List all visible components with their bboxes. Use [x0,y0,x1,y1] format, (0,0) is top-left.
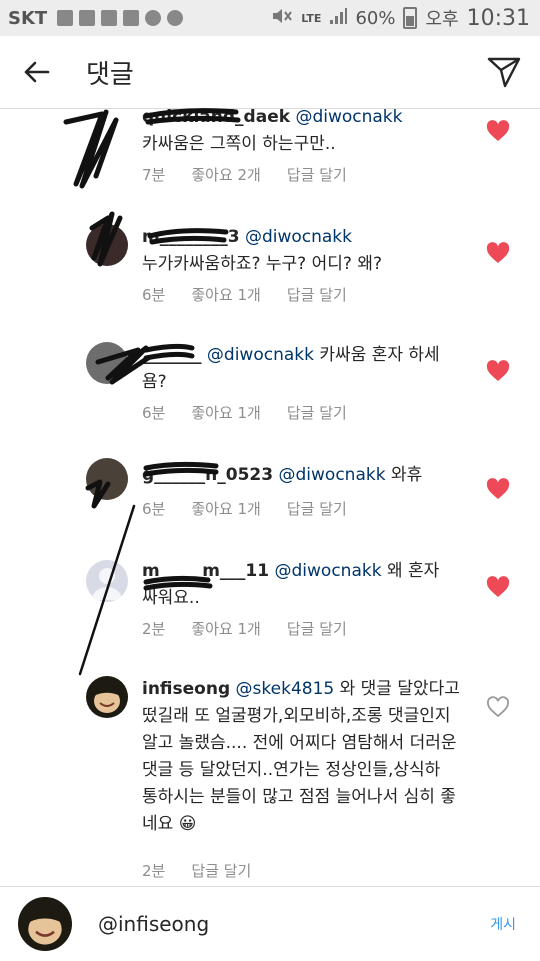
facebook-icon [79,10,96,26]
comment-time: 6분 [142,404,166,422]
comment-mention[interactable]: @diwocnakk [279,465,386,485]
send-icon [487,57,521,88]
like-count[interactable]: 좋아요 1개 [191,284,261,305]
back-button[interactable] [0,36,72,108]
comment-mention[interactable]: @diwocnakk [275,561,382,581]
facebook-icon [57,10,74,26]
comment-input[interactable] [96,911,430,937]
comment-text: 카싸움은 그쪽이 하는구만.. [142,134,336,154]
heart-icon[interactable] [486,242,510,264]
heart-outline-icon[interactable] [486,696,510,718]
comment-time: 2분 [142,620,166,638]
reply-button[interactable]: 답글 달기 [287,618,347,639]
avatar[interactable] [86,676,128,718]
avatar-face [25,911,65,945]
avatar[interactable] [86,224,128,266]
heart-icon[interactable] [486,478,510,500]
comment-time: 2분 [142,862,166,880]
like-count[interactable]: 좋아요 1개 [191,618,261,639]
reply-button[interactable]: 답글 달기 [287,164,347,185]
comments-list[interactable]: quickland_daek @diwocnakk 카싸움은 그쪽이 하는구만.… [0,108,540,886]
default-avatar-icon [92,568,122,600]
my-avatar [18,897,72,951]
comment-mention[interactable]: @diwocnakk [295,108,402,127]
comment-item: quickland_daek @diwocnakk 카싸움은 그쪽이 하는구만.… [0,108,540,200]
reply-button[interactable]: 답글 달기 [287,402,347,423]
grinning-emoji: 😀 [178,814,197,834]
gallery-icon [123,10,140,26]
comment-mention[interactable]: @diwocnakk [207,345,314,365]
comment-username[interactable]: quickland_daek [142,108,290,127]
heart-icon[interactable] [486,120,510,142]
avatar[interactable] [86,458,128,500]
comment-time: 6분 [142,286,166,304]
comment-item: infiseong @skek4815 와 댓글 달았다고 떴길래 또 얼굴평가… [0,676,540,886]
battery-icon [403,7,418,29]
comment-item: m_____m___11 @diwocnakk 왜 혼자 싸워요.. 2분 좋아… [0,558,540,658]
avatar-face [92,687,122,713]
avatar[interactable] [86,560,128,602]
talk-icon [145,10,162,26]
like-count[interactable]: 좋아요 1개 [191,498,261,519]
comment-time: 7분 [142,166,166,184]
comment-item: m________3 @diwocnakk 누가카싸움하죠? 누구? 어디? 왜… [0,224,540,324]
b-app-icon [167,10,184,26]
post-button[interactable]: 게시 [490,914,516,934]
ampm-label: 오후 [425,9,459,30]
clock: 10:31 [466,5,530,31]
reply-button[interactable]: 답글 달기 [287,284,347,305]
heart-icon[interactable] [486,360,510,382]
app-header: 댓글 [0,36,540,109]
carrier-label: SKT [8,7,48,29]
comment-item: _______ @diwocnakk 카싸움 혼자 하세욤? 6분 좋아요 1개… [0,342,540,442]
comment-username[interactable]: infiseong [142,679,230,699]
reply-button[interactable]: 답글 달기 [287,498,347,519]
comment-username[interactable]: g______n_0523 [142,465,273,485]
avatar[interactable] [86,342,128,384]
battery-percent: 60% [355,7,396,29]
reply-button[interactable]: 답글 달기 [191,860,251,881]
status-bar: SKT LTE 60% 오후 10:31 [0,0,540,36]
comment-mention[interactable]: @diwocnakk [245,227,352,247]
lte-label: LTE [301,11,322,25]
facebook-icon [101,10,118,26]
page-title: 댓글 [86,59,134,90]
comment-username[interactable]: _______ [142,345,202,365]
comment-text: 와휴 [390,465,423,485]
comment-item: g______n_0523 @diwocnakk 와휴 6분 좋아요 1개 답글… [0,458,540,538]
comment-mention[interactable]: @skek4815 [236,679,335,699]
share-button[interactable] [468,36,540,108]
back-arrow-icon [24,61,50,83]
comment-username[interactable]: m________3 [142,227,240,247]
reply-bar: 게시 [0,886,540,961]
comment-time: 6분 [142,500,166,518]
mute-icon [271,7,293,30]
like-count[interactable]: 좋아요 2개 [191,164,261,185]
comment-text: 누가카싸움하죠? 누구? 어디? 왜? [142,254,382,274]
comment-text: 와 댓글 달았다고 떴길래 또 얼굴평가,외모비하,조롱 댓글인지알고 놀랬슴.… [142,679,460,834]
signal-icon [329,7,348,30]
heart-icon[interactable] [486,576,510,598]
like-count[interactable]: 좋아요 1개 [191,402,261,423]
comment-username[interactable]: m_____m___11 [142,561,269,581]
